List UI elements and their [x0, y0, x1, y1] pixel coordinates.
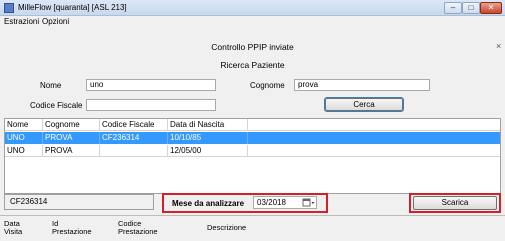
cognome-input[interactable]: prova [294, 79, 430, 91]
cell-nome: UNO [5, 132, 43, 144]
cell-codice-fiscale: CF236314 [100, 132, 168, 144]
selected-codice-fiscale: CF236314 [4, 194, 154, 210]
title-bar: MilleFlow [quaranta] [ASL 213] ‒ □ ✕ [0, 0, 505, 16]
cell-cognome: PROVA [43, 132, 100, 144]
cell-nome: UNO [5, 145, 43, 157]
maximize-button[interactable]: □ [462, 2, 480, 14]
section-title-ricerca: Ricerca Paziente [220, 60, 285, 70]
menu-opzioni[interactable]: Opzioni [42, 17, 69, 26]
app-icon [4, 3, 14, 13]
column-header-descrizione[interactable]: Descrizione [207, 224, 246, 232]
column-header-data-visita[interactable]: Data Visita [4, 220, 22, 236]
table-row[interactable]: UNO PROVA 12/05/00 [5, 145, 500, 157]
codice-fiscale-input[interactable] [86, 99, 216, 111]
close-button[interactable]: ✕ [480, 2, 502, 14]
calendar-dropdown-icon-graphic [302, 198, 315, 207]
nome-input[interactable]: uno [86, 79, 216, 91]
table-header: Nome Cognome Codice Fiscale Data di Nasc… [5, 119, 500, 131]
column-header-cognome[interactable]: Cognome [43, 119, 100, 131]
column-header-nome[interactable]: Nome [5, 119, 43, 131]
calendar-dropdown-icon[interactable] [302, 197, 315, 208]
scarica-button[interactable]: Scarica [413, 196, 497, 210]
cell-codice-fiscale [100, 145, 168, 157]
codice-fiscale-label: Codice Fiscale [30, 101, 83, 110]
column-header-codice-prestazione[interactable]: Codice Prestazione [118, 220, 158, 236]
menu-bar: Estrazioni Opzioni [0, 16, 505, 28]
column-header-codice-fiscale[interactable]: Codice Fiscale [100, 119, 168, 131]
cell-cognome: PROVA [43, 145, 100, 157]
cell-data-nascita: 10/10/85 [168, 132, 248, 144]
column-header-id-prestazione[interactable]: Id Prestazione [52, 220, 92, 236]
panel-title: Controllo PPIP inviate [211, 42, 294, 52]
cognome-label: Cognome [250, 81, 285, 90]
results-table: Nome Cognome Codice Fiscale Data di Nasc… [4, 118, 501, 194]
nome-label: Nome [40, 81, 62, 90]
menu-estrazioni[interactable]: Estrazioni [4, 17, 39, 26]
mese-label: Mese da analizzare [172, 199, 245, 208]
column-header-data-nascita[interactable]: Data di Nascita [168, 119, 248, 131]
table-row[interactable]: UNO PROVA CF236314 10/10/85 [5, 132, 500, 144]
minimize-button[interactable]: ‒ [444, 2, 462, 14]
cell-data-nascita: 12/05/00 [168, 145, 248, 157]
panel-close-icon[interactable]: × [496, 41, 501, 51]
window-title: MilleFlow [quaranta] [ASL 213] [18, 3, 127, 12]
cerca-button[interactable]: Cerca [324, 97, 404, 112]
